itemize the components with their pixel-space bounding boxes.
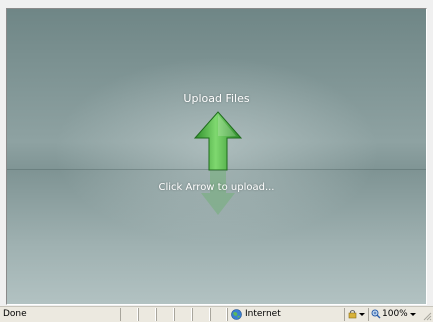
status-pane — [174, 308, 192, 321]
status-pane — [138, 308, 156, 321]
protected-mode-button[interactable] — [344, 308, 366, 321]
magnifier-icon — [371, 309, 381, 319]
upload-hint: Click Arrow to upload... — [158, 182, 275, 193]
status-pane — [192, 308, 210, 321]
chevron-down-icon — [359, 313, 365, 316]
security-zone[interactable]: Internet — [227, 308, 337, 321]
content-frame: Upload Files Click Arrow to upload... — [6, 8, 427, 305]
chevron-down-icon — [410, 313, 416, 316]
resize-grip-icon[interactable] — [422, 311, 432, 321]
lock-icon — [348, 310, 357, 319]
zoom-level: 100% — [382, 309, 408, 319]
upload-stage: Upload Files Click Arrow to upload... — [7, 9, 426, 304]
globe-icon — [231, 309, 242, 320]
status-bar: Done Internet 100% — [0, 306, 433, 322]
status-text: Done — [3, 309, 27, 319]
status-pane — [156, 308, 174, 321]
up-arrow-icon — [193, 111, 243, 171]
upload-arrow-button[interactable] — [193, 110, 243, 172]
browser-window: Upload Files Click Arrow to upload... Do… — [0, 0, 433, 322]
arrow-reflection — [201, 171, 235, 215]
zone-label: Internet — [245, 309, 281, 319]
upload-title: Upload Files — [183, 92, 250, 105]
status-pane — [120, 308, 138, 321]
zoom-control[interactable]: 100% — [368, 308, 418, 321]
status-pane — [210, 308, 227, 321]
